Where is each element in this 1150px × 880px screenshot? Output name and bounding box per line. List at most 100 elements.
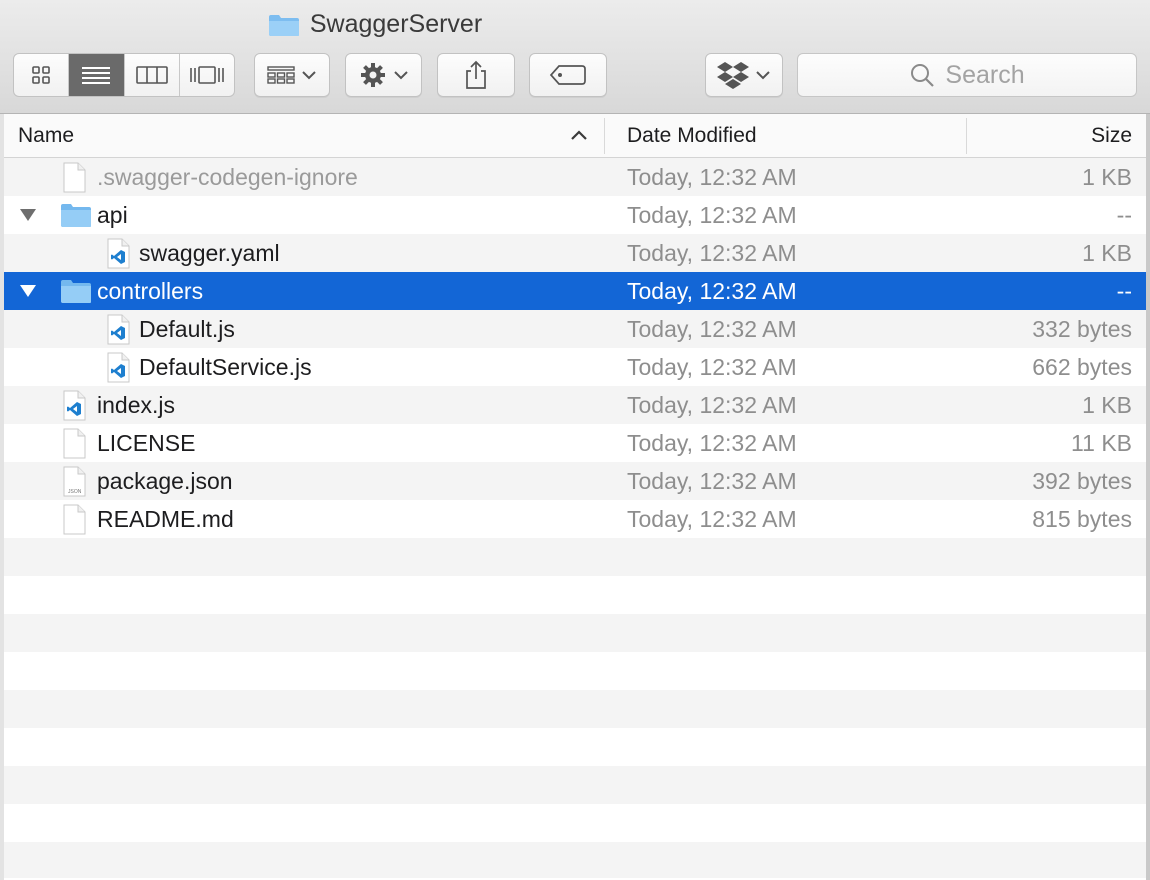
share-icon — [466, 60, 486, 89]
vscode-file-icon — [104, 237, 132, 269]
date-modified: Today, 12:32 AM — [627, 353, 797, 380]
file-row[interactable]: swagger.yaml Today, 12:32 AM 1 KB — [4, 234, 1146, 272]
empty-row — [4, 690, 1146, 728]
search-icon — [911, 64, 935, 87]
chevron-down-icon — [302, 71, 316, 80]
file-size: 1 KB — [1082, 391, 1132, 418]
vscode-file-icon — [104, 351, 132, 383]
file-row[interactable]: api Today, 12:32 AM -- — [4, 196, 1146, 234]
arrange-grid-icon — [267, 66, 295, 84]
svg-text:JSON: JSON — [68, 489, 82, 495]
file-size: 392 bytes — [1032, 467, 1132, 494]
date-column-header[interactable]: Date Modified — [627, 114, 757, 157]
date-modified: Today, 12:32 AM — [627, 467, 797, 494]
file-size: -- — [1116, 277, 1132, 304]
name-column-header[interactable]: Name — [18, 114, 604, 157]
file-name: Default.js — [139, 315, 235, 342]
gear-icon — [360, 63, 385, 87]
chevron-down-icon — [756, 71, 770, 80]
list-view-button[interactable] — [69, 54, 125, 96]
empty-row — [4, 728, 1146, 766]
window-right-edge — [1146, 114, 1150, 880]
dropbox-button[interactable] — [705, 53, 783, 97]
column-divider[interactable] — [604, 118, 605, 154]
empty-row — [4, 842, 1146, 878]
empty-row — [4, 538, 1146, 576]
date-modified: Today, 12:32 AM — [627, 391, 797, 418]
file-row[interactable]: controllers Today, 12:32 AM -- — [4, 272, 1146, 310]
date-modified: Today, 12:32 AM — [627, 277, 797, 304]
file-size: 1 KB — [1082, 239, 1132, 266]
size-column-header[interactable]: Size — [1091, 114, 1132, 157]
tag-icon — [549, 65, 586, 85]
date-column-label: Date Modified — [627, 123, 757, 147]
size-column-label: Size — [1091, 123, 1132, 147]
cover-flow-icon — [190, 66, 224, 84]
column-view-icon — [135, 66, 168, 84]
name-column-label: Name — [18, 123, 75, 147]
blank-file-icon — [60, 161, 88, 193]
file-row[interactable]: README.md Today, 12:32 AM 815 bytes — [4, 500, 1146, 538]
empty-row — [4, 576, 1146, 614]
column-divider[interactable] — [966, 118, 967, 154]
file-name: index.js — [97, 391, 175, 418]
file-size: 11 KB — [1071, 429, 1132, 456]
file-size: 1 KB — [1082, 163, 1132, 190]
action-button[interactable] — [345, 53, 422, 97]
vscode-file-icon — [104, 313, 132, 345]
vscode-file-icon — [60, 389, 88, 421]
search-field[interactable]: Search — [797, 53, 1137, 97]
file-row[interactable]: DefaultService.js Today, 12:32 AM 662 byte… — [4, 348, 1146, 386]
file-name: LICENSE — [97, 429, 196, 456]
file-name: swagger.yaml — [139, 239, 280, 266]
file-row[interactable]: JSON package.json Today, 12:32 AM 392 bytes — [4, 462, 1146, 500]
blank-file-icon — [60, 427, 88, 459]
search-placeholder: Search — [945, 60, 1025, 89]
disclosure-triangle-icon[interactable] — [16, 272, 40, 310]
file-row[interactable]: LICENSE Today, 12:32 AM 11 KB — [4, 424, 1146, 462]
file-row[interactable]: .swagger-codegen-ignore Today, 12:32 AM 1 … — [4, 158, 1146, 196]
file-size: 662 bytes — [1032, 353, 1132, 380]
date-modified: Today, 12:32 AM — [627, 429, 797, 456]
file-list: .swagger-codegen-ignore Today, 12:32 AM 1 … — [4, 158, 1146, 878]
file-size: -- — [1116, 201, 1132, 228]
window-title-text: SwaggerServer — [309, 10, 483, 38]
column-view-button[interactable] — [125, 54, 180, 96]
chevron-down-icon — [393, 71, 408, 80]
window-title: SwaggerServer — [0, 10, 950, 39]
empty-row — [4, 614, 1146, 652]
file-size: 332 bytes — [1032, 315, 1132, 342]
sort-ascending-icon — [571, 130, 587, 140]
blank-file-icon — [60, 503, 88, 535]
empty-row — [4, 652, 1146, 690]
list-view-icon — [82, 67, 111, 84]
icon-view-button[interactable] — [14, 54, 70, 96]
view-mode-selector — [13, 53, 235, 97]
folder-icon — [60, 199, 92, 231]
arrange-button[interactable] — [254, 53, 330, 97]
edit-tags-button[interactable] — [529, 53, 607, 97]
file-name: api — [97, 201, 128, 228]
finder-toolbar: SwaggerServer Search — [0, 0, 1150, 114]
file-name: controllers — [97, 277, 204, 304]
disclosure-triangle-icon[interactable] — [16, 196, 40, 234]
cover-flow-view-button[interactable] — [180, 54, 234, 96]
file-name: .swagger-codegen-ignore — [97, 163, 358, 190]
file-row[interactable]: index.js Today, 12:32 AM 1 KB — [4, 386, 1146, 424]
folder-icon — [60, 275, 92, 307]
dropbox-icon — [717, 62, 749, 89]
file-name: DefaultService.js — [139, 353, 312, 380]
date-modified: Today, 12:32 AM — [627, 315, 797, 342]
column-header: Name Date Modified Size — [4, 114, 1146, 158]
empty-row — [4, 766, 1146, 804]
json-file-icon: JSON — [60, 465, 88, 497]
file-name: README.md — [97, 505, 234, 532]
folder-icon — [268, 14, 299, 36]
share-button[interactable] — [437, 53, 515, 97]
file-name: package.json — [97, 467, 233, 494]
date-modified: Today, 12:32 AM — [627, 201, 797, 228]
icon-view-icon — [32, 66, 50, 84]
file-row[interactable]: Default.js Today, 12:32 AM 332 bytes — [4, 310, 1146, 348]
empty-row — [4, 804, 1146, 842]
date-modified: Today, 12:32 AM — [627, 505, 797, 532]
